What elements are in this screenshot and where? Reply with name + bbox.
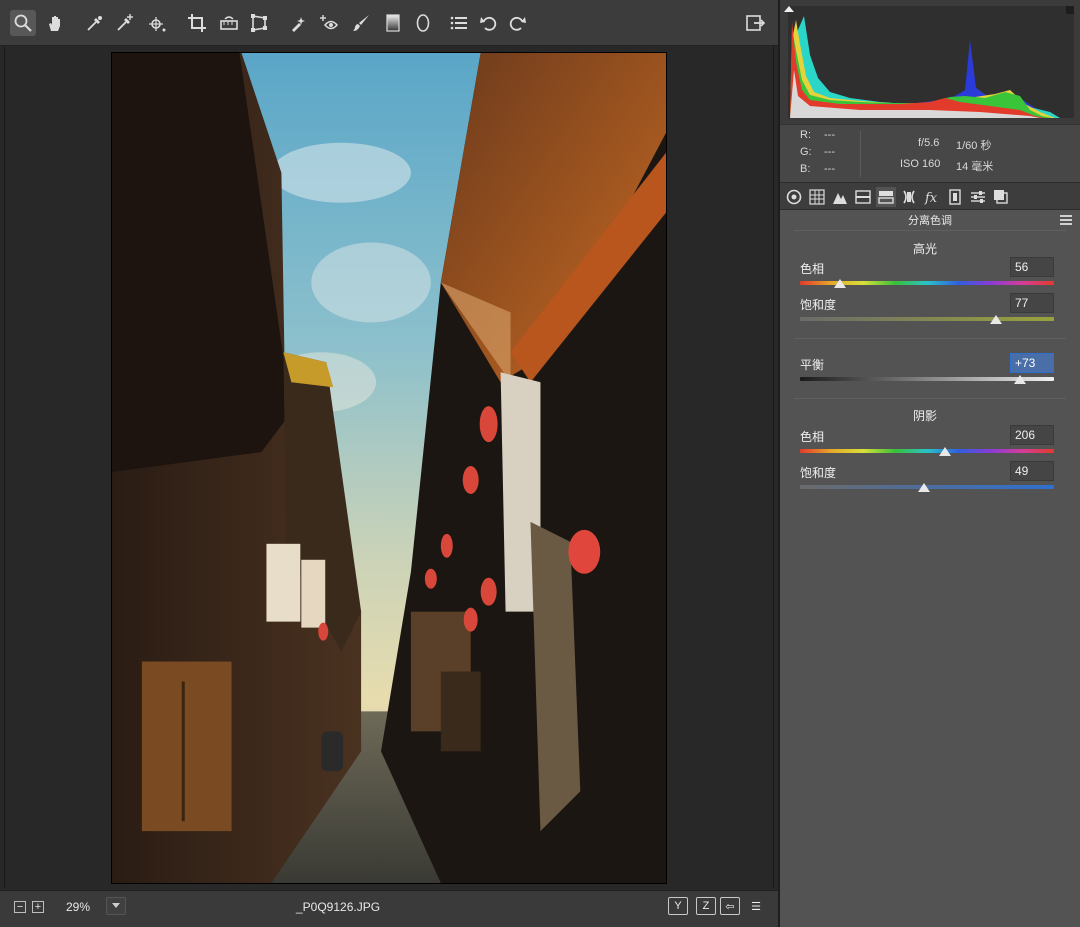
graduated-filter-icon[interactable] [380,10,406,36]
highlights-saturation-value[interactable]: 77 [1010,293,1054,313]
copy-settings-button[interactable]: ⇦ [720,897,740,915]
view-settings-button[interactable]: ☰ [746,897,766,915]
status-bar: − + 29% _P0Q9126.JPG Y Z ⇦ ☰ [0,890,778,927]
tab-lens-corrections-icon[interactable] [899,187,919,207]
divider [794,398,1066,399]
iso-value: ISO 160 [900,158,941,170]
adjustment-brush-icon[interactable] [348,10,374,36]
panel-menu-icon[interactable] [1060,215,1072,225]
g-value: --- [824,146,835,158]
highlights-saturation-slider-handle[interactable] [989,315,1002,324]
highlights-hue-value[interactable]: 56 [1010,257,1054,277]
tab-presets-icon[interactable] [968,187,988,207]
color-sampler-icon[interactable] [112,10,138,36]
image-canvas[interactable] [4,46,774,888]
highlights-hue-slider-handle[interactable] [833,279,846,288]
g-label: G: [800,146,812,158]
preview-area: − + 29% _P0Q9126.JPG Y Z ⇦ ☰ [0,0,778,927]
panel-title: 分离色调 [908,215,952,227]
zoom-in-button[interactable]: + [32,901,44,913]
tab-tone-curve-icon[interactable] [807,187,827,207]
preferences-icon[interactable] [446,10,472,36]
info-divider [860,131,861,177]
shadows-title: 阴影 [912,409,937,423]
tab-hsl-icon[interactable] [853,187,873,207]
zoom-tool-icon[interactable] [10,10,36,36]
radial-filter-icon[interactable] [410,10,436,36]
photo-preview[interactable] [111,52,667,884]
balance-value[interactable]: +73 [1010,353,1054,373]
white-balance-icon[interactable] [82,10,108,36]
before-after-toggle-button[interactable]: Y [668,897,688,915]
tab-detail-icon[interactable] [830,187,850,207]
crop-icon[interactable] [184,10,210,36]
shadows-saturation-label: 饱和度 [800,466,837,480]
toolbar [0,0,778,46]
panel-tabs: fx [780,182,1080,210]
shadows-saturation-slider-handle[interactable] [918,483,931,492]
b-label: B: [800,163,811,175]
highlights-saturation-label: 饱和度 [800,298,837,312]
divider [794,230,1066,231]
spot-removal-icon[interactable] [286,10,312,36]
zoom-level: 29% [66,900,91,914]
histogram [780,0,1080,124]
transform-icon[interactable] [246,10,272,36]
adjustment-panel: R: --- G: --- B: --- f/5.6 1/60 秒 ISO 16… [780,0,1080,927]
b-value: --- [824,163,835,175]
hand-tool-icon[interactable] [42,10,68,36]
highlights-saturation-slider[interactable] [800,317,1054,321]
rotate-left-icon[interactable] [476,10,502,36]
balance-label: 平衡 [800,358,825,372]
shutter-value: 1/60 秒 [956,140,992,152]
highlights-title: 高光 [912,242,937,256]
camera-raw-window: − + 29% _P0Q9126.JPG Y Z ⇦ ☰ R: --- G: -… [0,0,1080,927]
aperture-value: f/5.6 [918,137,940,149]
zoom-out-button[interactable]: − [14,901,26,913]
zoom-dropdown[interactable] [106,897,126,915]
tab-basic-icon[interactable] [784,187,804,207]
open-image-icon[interactable] [742,10,768,36]
focal-length-value: 14 毫米 [956,161,994,173]
red-eye-icon[interactable] [316,10,342,36]
tab-snapshots-icon[interactable] [991,187,1011,207]
svg-text:fx: fx [924,191,938,205]
r-value: --- [824,129,835,141]
balance-slider-handle[interactable] [1013,375,1026,384]
tab-effects-icon[interactable]: fx [922,187,942,207]
shadows-saturation-value[interactable]: 49 [1010,461,1054,481]
shadows-hue-value[interactable]: 206 [1010,425,1054,445]
swap-before-after-button[interactable]: Z [696,897,716,915]
r-label: R: [800,129,811,141]
divider [794,338,1066,339]
shadows-hue-label: 色相 [800,430,825,444]
tab-camera-calibration-icon[interactable] [945,187,965,207]
rotate-right-icon[interactable] [504,10,530,36]
file-name: _P0Q9126.JPG [296,900,381,914]
shadows-hue-slider[interactable] [800,449,1054,453]
highlights-hue-label: 色相 [800,262,825,276]
target-adjust-icon[interactable] [144,10,170,36]
shadows-hue-slider-handle[interactable] [939,447,952,456]
straighten-icon[interactable] [216,10,242,36]
image-info: R: --- G: --- B: --- f/5.6 1/60 秒 ISO 16… [780,124,1080,182]
tab-split-toning-icon[interactable] [876,187,896,207]
